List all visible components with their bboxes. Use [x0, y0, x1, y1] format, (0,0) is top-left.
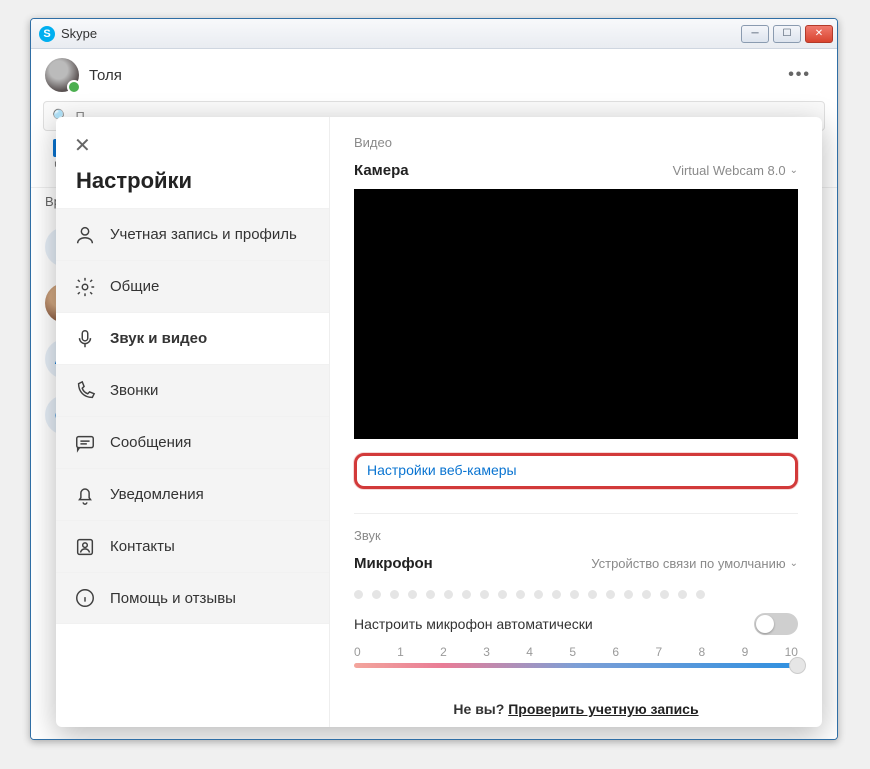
camera-preview	[354, 189, 798, 439]
app-body: Толя ••• 🔍 П Чат Время PB AO GE ✕	[31, 49, 837, 739]
settings-title: Настройки	[56, 164, 329, 208]
webcam-settings-link[interactable]: Настройки веб-камеры	[367, 462, 517, 478]
person-icon	[74, 224, 96, 246]
verify-account-link[interactable]: Проверить учетную запись	[508, 701, 698, 717]
settings-modal: ✕ Настройки Учетная запись и профиль Общ…	[56, 117, 822, 727]
nav-account[interactable]: Учетная запись и профиль	[56, 208, 329, 260]
window-title: Skype	[61, 26, 741, 41]
auto-mic-toggle[interactable]	[754, 613, 798, 635]
minimize-button[interactable]: ─	[741, 25, 769, 43]
window-buttons: ─ ☐ ✕	[741, 25, 833, 43]
close-button[interactable]: ✕	[805, 25, 833, 43]
mic-level-meter	[354, 582, 798, 613]
info-icon	[74, 587, 96, 609]
auto-mic-label: Настроить микрофон автоматически	[354, 616, 593, 632]
close-settings-button[interactable]: ✕	[56, 129, 329, 164]
nav-general[interactable]: Общие	[56, 260, 329, 312]
user-avatar[interactable]	[45, 58, 79, 92]
contacts-icon	[74, 536, 96, 558]
webcam-settings-highlight: Настройки веб-камеры	[354, 453, 798, 489]
mic-volume-slider[interactable]: 01 23 45 67 89 10	[354, 645, 798, 681]
footer-text: Не вы? Проверить учетную запись	[354, 693, 798, 717]
bell-icon	[74, 484, 96, 506]
slider-labels: 01 23 45 67 89 10	[354, 645, 798, 659]
app-header: Толя •••	[31, 49, 837, 101]
mic-label: Микрофон	[354, 555, 433, 572]
video-section-label: Видео	[354, 135, 798, 150]
app-window: S Skype ─ ☐ ✕ Толя ••• 🔍 П Чат Время	[30, 18, 838, 740]
settings-sidebar: ✕ Настройки Учетная запись и профиль Общ…	[56, 117, 330, 727]
more-menu-button[interactable]: •••	[782, 60, 817, 90]
nav-contacts[interactable]: Контакты	[56, 520, 329, 572]
message-icon	[74, 432, 96, 454]
divider	[354, 513, 798, 514]
camera-dropdown[interactable]: Virtual Webcam 8.0 ⌄	[673, 163, 798, 178]
titlebar: S Skype ─ ☐ ✕	[31, 19, 837, 49]
skype-logo-icon: S	[39, 26, 55, 42]
settings-panel: Видео Камера Virtual Webcam 8.0 ⌄ Настро…	[330, 117, 822, 727]
slider-thumb[interactable]	[789, 657, 806, 674]
camera-label: Камера	[354, 162, 409, 179]
username-label: Толя	[89, 67, 782, 84]
slider-track	[354, 663, 798, 668]
phone-icon	[74, 380, 96, 402]
nav-calls[interactable]: Звонки	[56, 364, 329, 416]
maximize-button[interactable]: ☐	[773, 25, 801, 43]
nav-notifications[interactable]: Уведомления	[56, 468, 329, 520]
chevron-down-icon: ⌄	[790, 165, 798, 176]
audio-section-label: Звук	[354, 528, 798, 543]
nav-audio-video[interactable]: Звук и видео	[56, 312, 329, 364]
chevron-down-icon: ⌄	[790, 558, 798, 569]
nav-help[interactable]: Помощь и отзывы	[56, 572, 329, 624]
gear-icon	[74, 276, 96, 298]
mic-dropdown[interactable]: Устройство связи по умолчанию ⌄	[591, 556, 798, 571]
nav-messages[interactable]: Сообщения	[56, 416, 329, 468]
microphone-icon	[74, 328, 96, 350]
